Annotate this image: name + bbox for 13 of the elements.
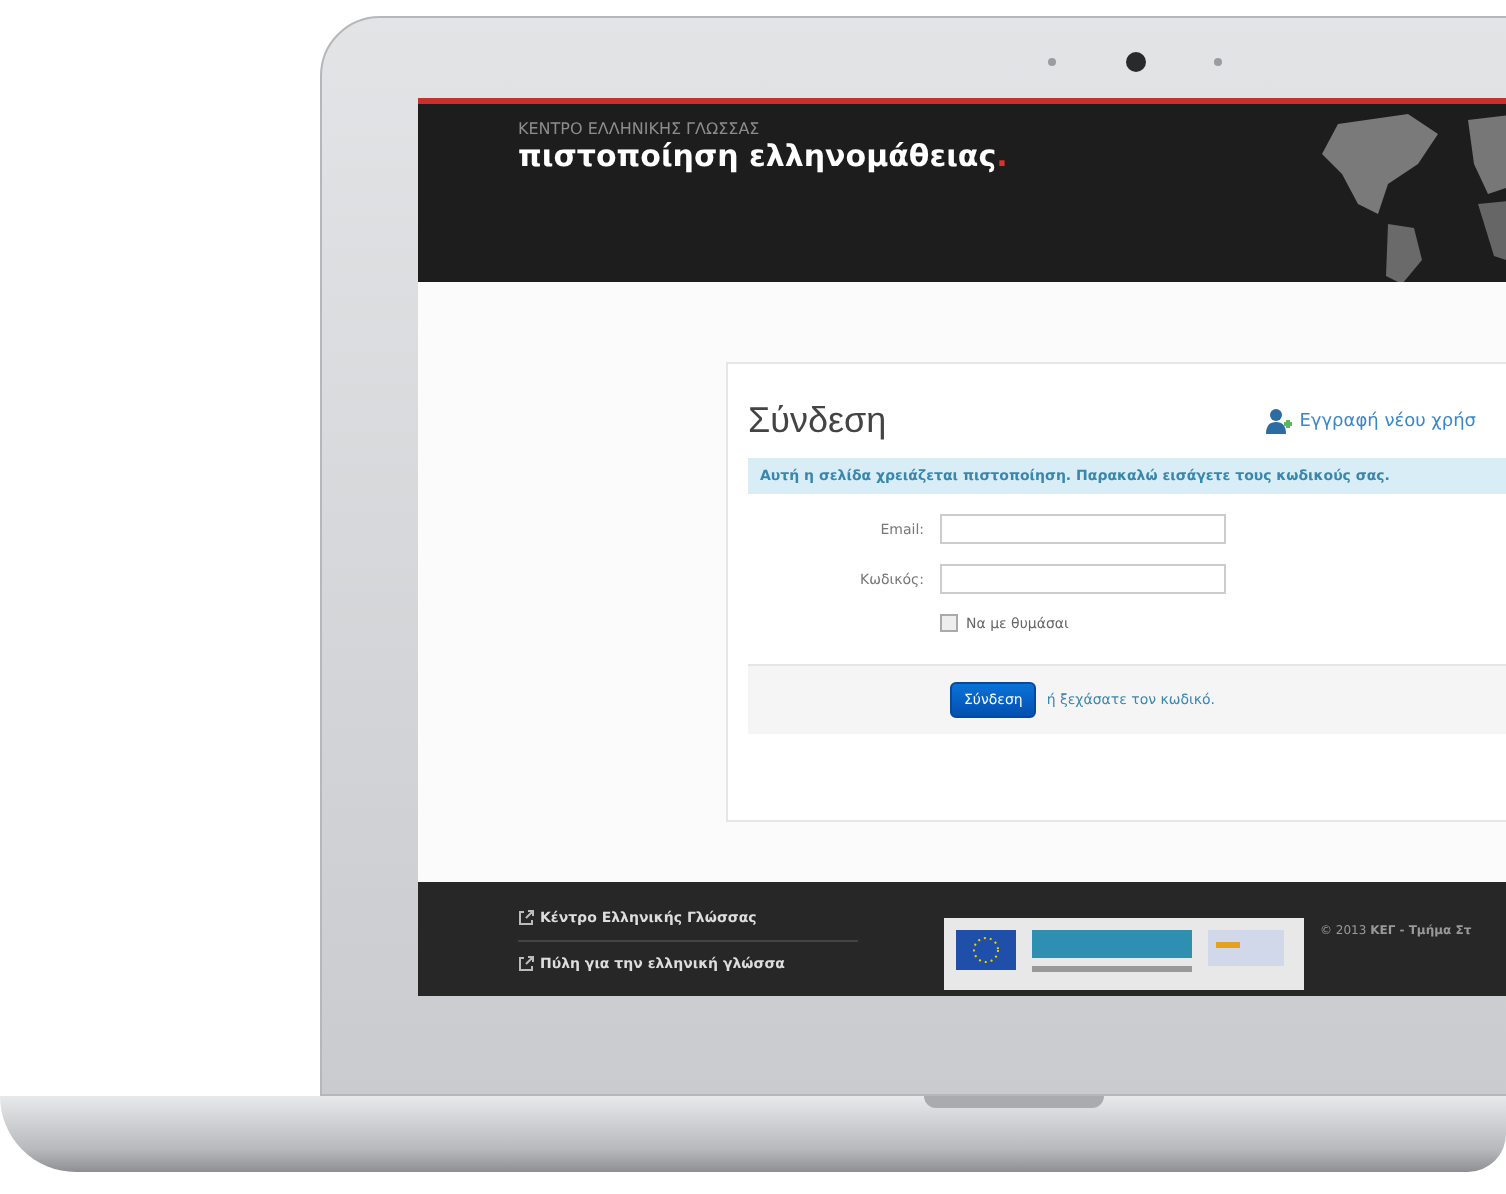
sensor-dot-icon [1048,58,1056,66]
input-field[interactable] [940,514,1226,544]
add-user-icon [1265,408,1292,434]
external-link-icon [518,910,534,926]
register-link[interactable]: Εγγραφή νέου χρήσ [1265,408,1476,434]
input-field[interactable] [940,564,1226,594]
site-subtitle: ΚΕΝΤΡΟ ΕΛΛΗΝΙΚΗΣ ΓΛΩΣΣΑΣ [518,120,762,138]
camera-icon [1126,52,1146,72]
sensor-dot-icon [1214,58,1222,66]
site-title[interactable]: πιστοποίηση ελληνομάθειας. [518,138,1008,174]
external-link-icon [518,956,534,972]
login-heading: Σύνδεση [748,400,887,442]
remember-checkbox[interactable] [940,614,958,632]
